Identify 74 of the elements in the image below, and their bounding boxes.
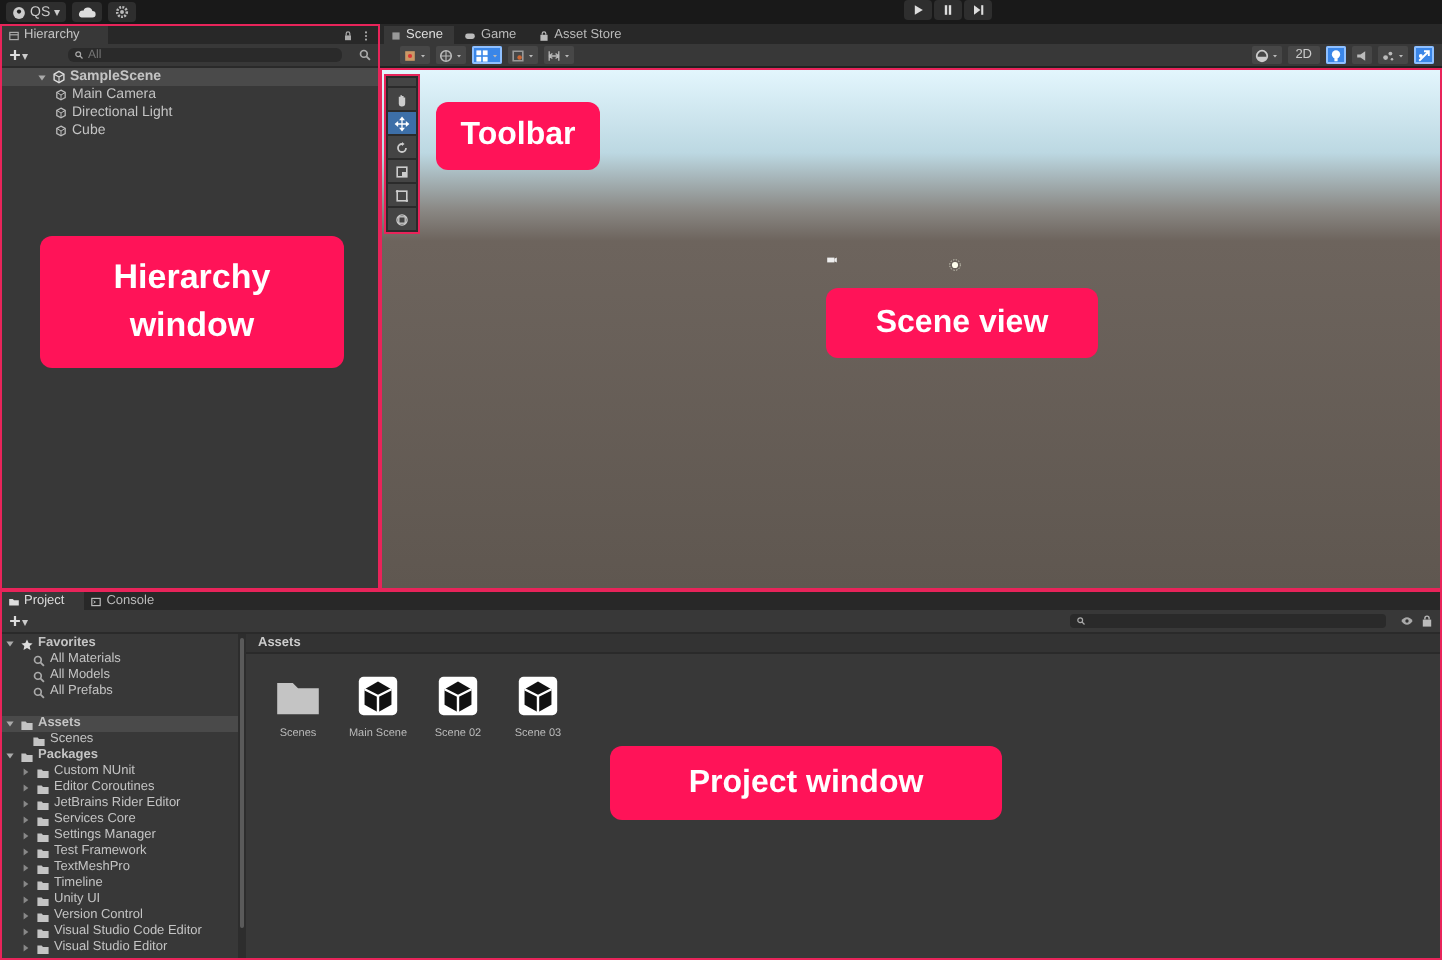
pivot-icon xyxy=(402,47,418,63)
list-icon xyxy=(8,29,20,41)
scale-tool-button[interactable] xyxy=(388,160,416,182)
shading-mode-button[interactable] xyxy=(1251,46,1282,64)
expand-arrow-icon[interactable] xyxy=(3,750,15,762)
plus-icon xyxy=(8,48,22,62)
caret-icon xyxy=(418,49,428,61)
lock-icon[interactable] xyxy=(342,29,354,41)
step-icon[interactable] xyxy=(970,2,986,18)
expand-arrow-icon[interactable] xyxy=(3,718,15,730)
camera-gizmo-icon xyxy=(824,254,840,266)
cube-icon xyxy=(54,106,68,120)
star-icon xyxy=(20,637,34,651)
project-window-callout: Project window xyxy=(610,746,1002,820)
toolbar-callout: Toolbar xyxy=(436,102,600,170)
gizmos-toggle[interactable] xyxy=(1414,46,1434,64)
particles-icon xyxy=(1380,47,1396,63)
caret-icon xyxy=(454,49,464,61)
grid-icon xyxy=(474,47,490,63)
snap-toggle[interactable] xyxy=(508,46,538,64)
expand-arrow-icon[interactable] xyxy=(3,638,15,650)
lighting-toggle[interactable] xyxy=(1326,46,1346,64)
increment-icon xyxy=(546,47,562,63)
cube-icon xyxy=(54,124,68,138)
rect-tool-button[interactable] xyxy=(388,184,416,206)
gizmos-icon xyxy=(1416,47,1432,63)
sphere-icon xyxy=(1253,47,1270,63)
hand-tool-button[interactable] xyxy=(388,88,416,110)
caret-icon xyxy=(1396,49,1406,61)
transform-tool-button[interactable] xyxy=(388,208,416,230)
snap-icon xyxy=(510,47,526,63)
scale-icon xyxy=(394,163,410,179)
move-tool-button[interactable] xyxy=(388,112,416,134)
settings-icon[interactable] xyxy=(114,4,131,20)
gamepad-icon xyxy=(464,29,477,41)
plus-icon xyxy=(8,614,22,628)
cloud-icon[interactable] xyxy=(78,3,97,21)
rect-icon xyxy=(394,187,410,203)
speaker-icon xyxy=(1354,47,1370,63)
user-icon xyxy=(12,5,26,19)
folder-icon xyxy=(8,595,20,607)
caret-icon xyxy=(526,49,536,61)
effects-toggle[interactable] xyxy=(1378,46,1408,64)
grid-toggle[interactable] xyxy=(472,46,502,64)
cube-icon xyxy=(54,88,68,102)
scene-icon xyxy=(52,70,66,84)
hand-icon xyxy=(394,91,410,107)
rotate-icon xyxy=(394,139,410,155)
caret-icon xyxy=(1269,49,1280,61)
scene-visibility-icon[interactable] xyxy=(358,48,372,62)
audio-toggle[interactable] xyxy=(1352,46,1372,64)
rotate-tool-button[interactable] xyxy=(388,136,416,158)
search-icon xyxy=(74,50,84,60)
search-icon xyxy=(1076,616,1086,626)
scene-view-callout: Scene view xyxy=(826,288,1098,358)
light-gizmo-icon xyxy=(948,258,962,272)
increment-toggle[interactable] xyxy=(544,46,574,64)
pivot-toggle[interactable] xyxy=(400,46,430,64)
global-toggle[interactable] xyxy=(436,46,466,64)
move-icon xyxy=(394,115,410,131)
filter-icon[interactable] xyxy=(1400,614,1414,628)
scrollbar-thumb[interactable] xyxy=(240,638,244,928)
search-field[interactable] xyxy=(1070,614,1386,628)
console-icon xyxy=(90,595,103,607)
hierarchy-window-callout: Hierarchy window xyxy=(40,236,344,368)
light-bulb-icon xyxy=(1328,47,1344,63)
expand-arrow-icon[interactable] xyxy=(35,71,47,83)
transform-icon xyxy=(394,211,410,227)
play-icon[interactable] xyxy=(910,2,926,18)
pause-icon[interactable] xyxy=(940,2,956,18)
scene-tab-icon xyxy=(390,29,402,41)
globe-icon xyxy=(438,47,454,63)
caret-icon xyxy=(490,49,500,61)
caret-icon xyxy=(562,49,572,61)
